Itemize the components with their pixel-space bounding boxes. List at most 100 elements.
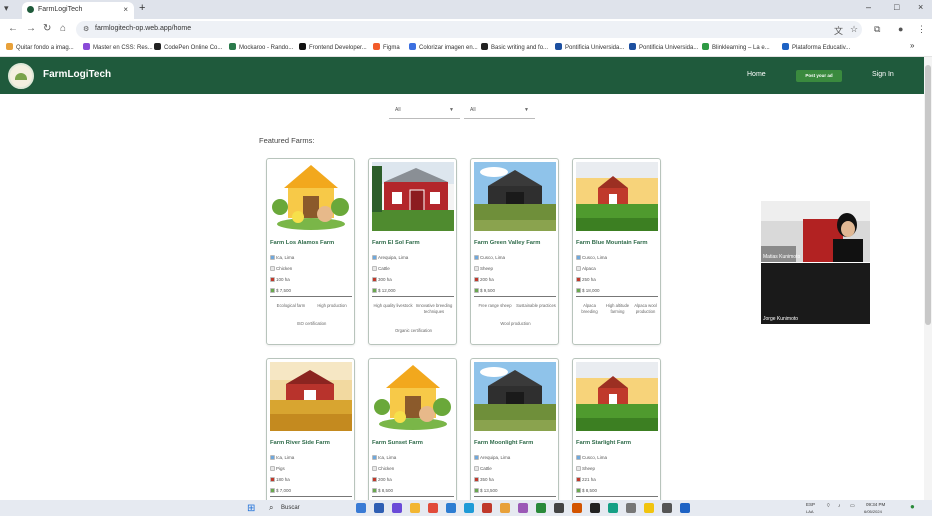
notification-icon[interactable]: ● (910, 502, 915, 511)
bookmark-item[interactable]: CodePen Online Co... (154, 43, 222, 51)
bookmark-item[interactable]: Blinklearning – La e... (702, 43, 770, 51)
wifi-icon[interactable]: ⌔ (826, 503, 831, 509)
page-scrollbar[interactable] (924, 57, 932, 500)
bookmark-item[interactable]: Pontificia Universida... (629, 43, 698, 51)
app-icon[interactable] (572, 503, 582, 513)
chrome-icon[interactable] (644, 503, 654, 513)
farm-card[interactable]: Farm Moonlight Farm Arequipa, Lima Cattle 3… (470, 358, 559, 500)
video-tile-1[interactable]: Matias Kunimoto (761, 201, 870, 262)
taskbar-search[interactable]: ⌕ Buscar (265, 503, 345, 514)
minimize-button[interactable]: – (866, 2, 871, 12)
bookmark-item[interactable]: Quitar fondo a imag... (6, 43, 74, 51)
volume-icon[interactable]: ♪ (838, 503, 841, 509)
video-tile-2[interactable]: Jorge Kunimoto (761, 263, 870, 324)
bookmark-item[interactable]: Figma (373, 43, 400, 51)
farm-name[interactable]: Farm Starlight Farm (576, 440, 631, 446)
bookmark-item[interactable]: Master en CSS: Res... (83, 43, 153, 51)
farm-card[interactable]: Farm Starlight Farm Cusco, Lima Sheep 221 h… (572, 358, 661, 500)
taskbar-search-label: Buscar (281, 505, 300, 511)
excel-icon[interactable] (536, 503, 546, 513)
farm-name[interactable]: Farm River Side Farm (270, 440, 330, 446)
extensions-icon[interactable]: ⧉ (874, 24, 880, 35)
nav-home-link[interactable]: Home (747, 71, 766, 78)
vscode-icon[interactable] (446, 503, 456, 513)
bookmark-item[interactable]: Pontificia Universida... (555, 43, 624, 51)
tab-close-icon[interactable]: × (123, 5, 128, 14)
new-tab-button[interactable]: + (139, 2, 145, 14)
farm-name[interactable]: Farm Sunset Farm (372, 440, 423, 446)
farm-card[interactable]: Farm Green Valley Farm Cusco, Lima Sheep 20… (470, 158, 559, 345)
bookmark-item[interactable]: Plataforma Educativ... (782, 43, 850, 51)
bookmark-favicon-icon (481, 43, 488, 50)
sign-in-link[interactable]: Sign In (872, 71, 894, 78)
language-indicator[interactable]: ESP (806, 502, 815, 507)
folder-icon[interactable] (410, 503, 420, 513)
file-explorer-icon[interactable] (356, 503, 366, 513)
farm-image[interactable] (270, 162, 352, 231)
site-info-icon[interactable]: ⚙ (83, 25, 89, 33)
farm-card[interactable]: Farm Blue Mountain Farm Cusco, Lima Alpaca… (572, 158, 661, 345)
farm-card[interactable]: Farm Los Alamos Farm Ica, Lima Chicken 100 … (266, 158, 355, 345)
farm-location-row: Ica, Lima (270, 255, 294, 260)
app-icon[interactable] (482, 503, 492, 513)
translate-icon[interactable]: 文 (834, 24, 843, 37)
animal-icon (372, 266, 377, 271)
farm-card[interactable]: Farm River Side Farm Ica, Lima Pigs 180 ha $… (266, 358, 355, 500)
bookmark-item[interactable]: Colorizar imagen en... (409, 43, 478, 51)
app-icon[interactable] (518, 503, 528, 513)
app-icon[interactable] (608, 503, 618, 513)
area-icon (474, 277, 479, 282)
app-icon[interactable] (662, 503, 672, 513)
more-bookmarks-icon[interactable]: » (910, 41, 914, 50)
app-icon[interactable] (554, 503, 564, 513)
scrollbar-thumb[interactable] (925, 65, 931, 325)
edge-icon[interactable] (374, 503, 384, 513)
app-icon[interactable] (626, 503, 636, 513)
post-ad-button[interactable]: Post your ad (796, 70, 842, 82)
location-filter-select[interactable]: All ▼ (389, 102, 460, 119)
clock-time[interactable]: 09:34 PM (866, 502, 885, 507)
bookmark-item[interactable]: Basic writing and fo... (481, 43, 548, 51)
menu-icon[interactable]: ⋮ (917, 24, 926, 35)
word-icon[interactable] (464, 503, 474, 513)
battery-icon[interactable]: ▭ (850, 503, 855, 509)
teams-icon[interactable] (392, 503, 402, 513)
store-icon[interactable] (428, 503, 438, 513)
forward-icon[interactable]: → (26, 23, 36, 34)
app-icon[interactable] (590, 503, 600, 513)
animal-filter-select[interactable]: All ▼ (464, 102, 535, 119)
farm-name[interactable]: Farm El Sol Farm (372, 240, 420, 246)
reload-icon[interactable]: ↻ (43, 23, 51, 34)
address-bar[interactable]: ⚙ farmlogitech-op.web.app/home (76, 21, 862, 38)
browser-tab[interactable]: FarmLogiTech × (22, 2, 134, 19)
farm-image[interactable] (474, 362, 556, 431)
farm-image[interactable] (372, 362, 454, 431)
profile-icon[interactable]: ● (898, 24, 903, 34)
farm-name[interactable]: Farm Los Alamos Farm (270, 240, 334, 246)
app-icon[interactable] (500, 503, 510, 513)
bookmark-star-icon[interactable]: ☆ (850, 24, 858, 35)
farm-image[interactable] (576, 162, 658, 231)
tab-search-icon[interactable]: ▾ (4, 3, 9, 14)
farm-image[interactable] (372, 162, 454, 231)
farm-logo-icon[interactable] (8, 63, 34, 89)
farm-price-row: $ 7,000 (270, 488, 291, 493)
farm-card[interactable]: Farm El Sol Farm Arequipa, Lima Cattle 300 … (368, 158, 457, 345)
farm-image[interactable] (270, 362, 352, 431)
maximize-button[interactable]: □ (894, 2, 899, 12)
bookmark-item[interactable]: Frontend Developer... (299, 43, 367, 51)
bookmark-label: Colorizar imagen en... (419, 45, 478, 51)
back-icon[interactable]: ← (8, 23, 18, 34)
close-window-button[interactable]: × (918, 2, 923, 12)
farm-name[interactable]: Farm Green Valley Farm (474, 240, 540, 246)
home-icon[interactable]: ⌂ (60, 23, 66, 34)
zoom-icon[interactable] (680, 503, 690, 513)
bookmark-item[interactable]: Mockaroo - Rando... (229, 43, 293, 51)
farm-image[interactable] (474, 162, 556, 231)
farm-name[interactable]: Farm Moonlight Farm (474, 440, 533, 446)
farm-image[interactable] (576, 362, 658, 431)
farm-card[interactable]: Farm Sunset Farm Ica, Lima Chicken 200 ha $ … (368, 358, 457, 500)
brand-name[interactable]: FarmLogiTech (43, 69, 111, 80)
start-button-icon[interactable]: ⊞ (247, 503, 255, 514)
farm-name[interactable]: Farm Blue Mountain Farm (576, 240, 648, 246)
